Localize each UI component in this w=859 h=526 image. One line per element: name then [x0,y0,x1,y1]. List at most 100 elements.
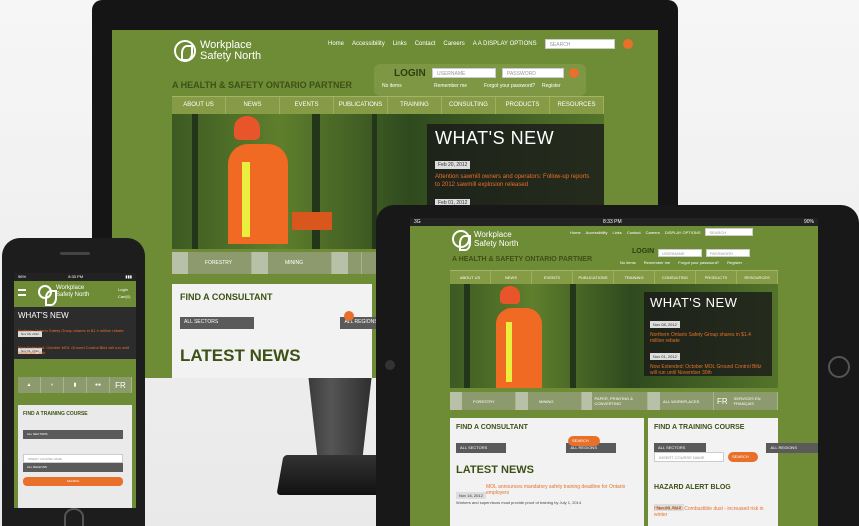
nav-resources[interactable]: RESOURCES [737,271,778,284]
news-item[interactable]: Northern Ontario Safety Group shares in … [644,331,772,345]
nav-training[interactable]: TRAINING [388,97,442,114]
course-name-input[interactable]: INSERT COURSE NAME [654,452,724,462]
link-accessibility[interactable]: Accessibility [586,230,608,235]
link-contact[interactable]: Contact [415,41,436,47]
category-all[interactable]: ●● [87,377,110,393]
forgot-password-link[interactable]: Forgot your password? [678,260,719,265]
tree-icon [172,252,188,274]
display-options[interactable]: DISPLAY OPTIONS [665,230,701,235]
hero-banner: WHAT'S NEW Nov 08, 2012 Northern Ontario… [450,284,778,388]
news-date: Nov 16, 2012 [456,492,486,499]
link-links[interactable]: Links [612,230,621,235]
site-logo[interactable]: Workplace Safety North [452,230,519,251]
register-link[interactable]: Register [542,83,561,89]
password-field[interactable]: PASSWORD [706,249,750,257]
training-panel: FIND A TRAINING COURSE ALL SECTORS ALL R… [18,405,132,508]
whats-new-title: WHAT'S NEW [650,295,738,310]
remember-me[interactable]: Remember me [644,260,670,265]
category-french[interactable]: FR SERVICES EN FRANÇAIS [714,392,778,410]
login-title: LOGIN [632,248,655,255]
search-input[interactable]: SEARCH [544,39,615,49]
tree-trunk [570,284,576,388]
nav-news[interactable]: NEWS [491,271,532,284]
forgot-password-link[interactable]: Forgot your password? [484,83,535,89]
nav-about-us[interactable]: ABOUT US [172,97,226,114]
hard-hat-icon [500,286,520,304]
nav-news[interactable]: NEWS [226,97,280,114]
training-sectors-select[interactable]: ALL SECTORS [23,430,123,439]
remember-me[interactable]: Remember me [434,83,467,89]
logo-line2: Safety North [474,239,519,248]
category-paper[interactable]: ▮ [64,377,87,393]
login-link[interactable]: Login [118,286,130,293]
username-field[interactable]: USERNAME [432,68,496,78]
training-title: FIND A TRAINING COURSE [23,411,88,417]
site-logo[interactable]: Workplace Safety North [38,285,89,306]
category-french[interactable]: FR [110,377,132,393]
hazard-item[interactable]: Hazard Alert: Combustible dust - increas… [654,506,772,518]
category-forestry[interactable]: ▲ [18,377,41,393]
nav-consulting[interactable]: CONSULTING [655,271,696,284]
nav-publications[interactable]: PUBLICATIONS [334,97,388,114]
training-search-button[interactable]: SEARCH [728,452,758,462]
news-item[interactable]: Northern Ontario Safety Group shares in … [18,328,130,333]
nav-products[interactable]: PRODUCTS [696,271,737,284]
link-home[interactable]: Home [570,230,581,235]
register-link[interactable]: Register [727,260,742,265]
category-paper[interactable] [332,252,362,274]
tree-icon: ▲ [26,382,32,388]
link-careers[interactable]: Careers [443,41,464,47]
category-mining[interactable]: ◗ [41,377,64,393]
latest-news-item[interactable]: MOL announces mandatory safety training … [486,484,636,496]
password-field[interactable]: PASSWORD [502,68,564,78]
nav-resources[interactable]: RESOURCES [550,97,604,114]
fr-label: FR [717,396,728,406]
link-accessibility[interactable]: Accessibility [352,41,385,47]
whats-new-title: WHAT'S NEW [18,311,69,320]
news-item[interactable]: Attention sawmill owners and operators: … [427,171,604,191]
nav-training[interactable]: TRAINING [614,271,655,284]
nav-about-us[interactable]: ABOUT US [450,271,491,284]
category-mining[interactable]: MINING [516,392,582,410]
link-contact[interactable]: Contact [627,230,641,235]
nav-products[interactable]: PRODUCTS [496,97,550,114]
category-all[interactable]: ALL WORKPLACES [648,392,714,410]
category-forestry[interactable]: FORESTRY [450,392,516,410]
link-links[interactable]: Links [393,41,407,47]
display-options[interactable]: A A DISPLAY OPTIONS [473,41,537,47]
consultant-search-button[interactable] [344,311,354,321]
menu-icon[interactable] [18,289,26,296]
cart-link[interactable]: Cart(0) [118,293,130,300]
search-input[interactable]: SEARCH [705,228,754,236]
main-nav: ABOUT US NEWS EVENTS PUBLICATIONS TRAINI… [172,96,604,114]
category-label: PAPER, PRINTING & CONVERTING [594,396,633,406]
link-careers[interactable]: Careers [646,230,660,235]
worker-vest [228,144,288,244]
nav-events[interactable]: EVENTS [532,271,573,284]
login-go-button[interactable] [569,68,579,78]
search-go-icon[interactable] [622,39,633,49]
news-item[interactable]: Now Extended: October MOL Ground Control… [18,345,130,355]
consultant-search-button[interactable]: SEARCH [568,436,600,446]
site-logo[interactable]: Workplace Safety North [174,40,261,62]
training-regions-select[interactable]: ALL REGIONS [766,443,818,453]
training-search-button[interactable]: SEARCH [23,477,123,486]
category-paper[interactable]: PAPER, PRINTING & CONVERTING [582,392,648,410]
training-title: FIND A TRAINING COURSE [654,424,745,431]
course-name-input[interactable]: INSERT COURSE NAME [23,454,123,463]
monitor-stand [308,378,372,458]
nav-consulting[interactable]: CONSULTING [442,97,496,114]
category-mining[interactable]: MINING [252,252,332,274]
tablet-status-bar: 3G 8:33 PM 90% [410,218,818,226]
tablet-screen: 3G 8:33 PM 90% Workplace Safety North Hom… [410,218,818,526]
news-item[interactable]: Now Extended: October MOL Ground Control… [644,363,772,377]
sectors-select[interactable]: ALL SECTORS [180,317,254,329]
username-field[interactable]: USERNAME [658,249,702,257]
sectors-select[interactable]: ALL SECTORS [456,443,506,453]
login-meta: No items Remember me Forgot your passwor… [620,260,742,265]
category-forestry[interactable]: FORESTRY [172,252,252,274]
link-home[interactable]: Home [328,41,344,47]
training-regions-select[interactable]: ALL REGIONS [23,463,123,472]
nav-events[interactable]: EVENTS [280,97,334,114]
nav-publications[interactable]: PUBLICATIONS [573,271,614,284]
